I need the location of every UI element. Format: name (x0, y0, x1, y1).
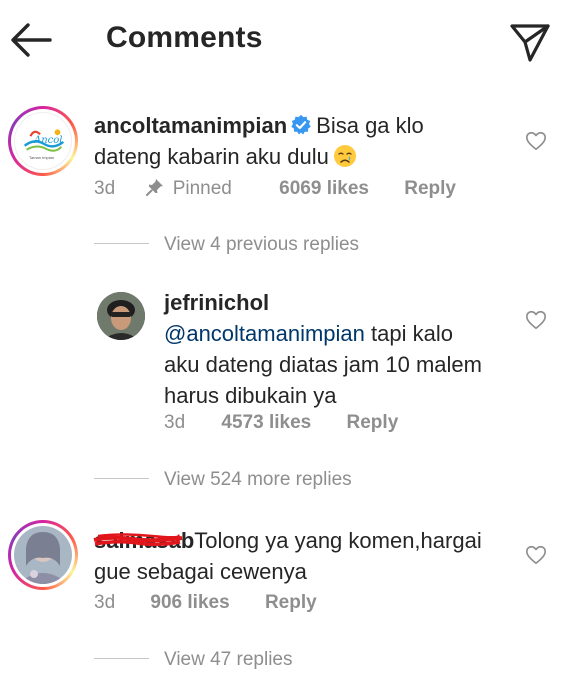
comment-meta: 3d 906 likes Reply (94, 592, 317, 614)
like-heart-icon[interactable] (525, 130, 547, 152)
likes-count[interactable]: 6069 likes (279, 178, 369, 200)
pin-icon (146, 178, 164, 202)
comment-meta: 3d 4573 likes Reply (164, 412, 398, 434)
divider-line (94, 243, 149, 244)
divider-line (94, 478, 149, 479)
avatar[interactable] (97, 292, 145, 340)
comment-text-line2: gue sebagai cewenya (94, 559, 307, 584)
comment-username[interactable]: jefrinichol (164, 290, 269, 315)
red-scribble-redaction (93, 533, 183, 547)
view-replies[interactable]: View 47 replies (164, 649, 293, 671)
back-button[interactable] (8, 18, 56, 62)
comment-body: ancoltamanimpian Bisa ga klo dateng kaba… (94, 110, 514, 172)
comment-time: 3d (94, 592, 116, 613)
comment-username[interactable]: ancoltamanimpian (94, 113, 287, 138)
comment-text-line1: Tolong ya yang komen,hargai (194, 528, 482, 553)
comment-text-line3: harus dibukain ya (164, 383, 337, 408)
reply-button[interactable]: Reply (347, 412, 399, 434)
ancol-logo-text: Ancol (34, 135, 63, 146)
likes-count[interactable]: 906 likes (150, 592, 229, 614)
avatar-photo (14, 526, 72, 584)
avatar[interactable]: Ancol Taman Impian (8, 106, 78, 176)
view-more-replies[interactable]: View 524 more replies (164, 469, 352, 491)
verified-badge-icon (291, 114, 311, 135)
like-heart-icon[interactable] (525, 309, 547, 331)
crying-face-icon (333, 145, 356, 167)
page-title: Comments (106, 21, 263, 54)
ancol-logo-subtext: Taman Impian (29, 155, 55, 160)
comment-meta: 3d Pinned 6069 likes Reply (94, 178, 456, 202)
redacted-username[interactable]: salmasab (93, 525, 194, 556)
like-heart-icon[interactable] (525, 544, 547, 566)
reply-button[interactable]: Reply (404, 178, 456, 200)
ancol-logo: Ancol Taman Impian (14, 112, 72, 170)
header: Comments (0, 0, 582, 82)
pinned-label: Pinned (172, 178, 232, 199)
comment-time: 3d (164, 412, 186, 433)
arrow-left-icon (11, 23, 52, 57)
comment-text-line1: Bisa ga klo (316, 113, 424, 138)
comment-body: salmasab Tolong ya yang komen,hargai gue… (93, 525, 514, 587)
avatar[interactable] (8, 520, 78, 590)
avatar-photo (97, 292, 145, 340)
view-previous-replies[interactable]: View 4 previous replies (164, 234, 359, 256)
comment-body: jefrinichol @ancoltamanimpian tapi kalo … (164, 287, 524, 411)
likes-count[interactable]: 4573 likes (221, 412, 311, 434)
reply-button[interactable]: Reply (265, 592, 317, 614)
mention-link[interactable]: @ancoltamanimpian (164, 321, 365, 346)
share-button[interactable] (506, 20, 554, 64)
paper-plane-icon (510, 24, 550, 62)
divider-line (94, 658, 149, 659)
comment-text-line2: aku dateng diatas jam 10 malem (164, 352, 482, 377)
comment-text-line2: dateng kabarin aku dulu (94, 144, 329, 169)
comment-text-line1: tapi kalo (371, 321, 453, 346)
comment-time: 3d (94, 178, 116, 199)
